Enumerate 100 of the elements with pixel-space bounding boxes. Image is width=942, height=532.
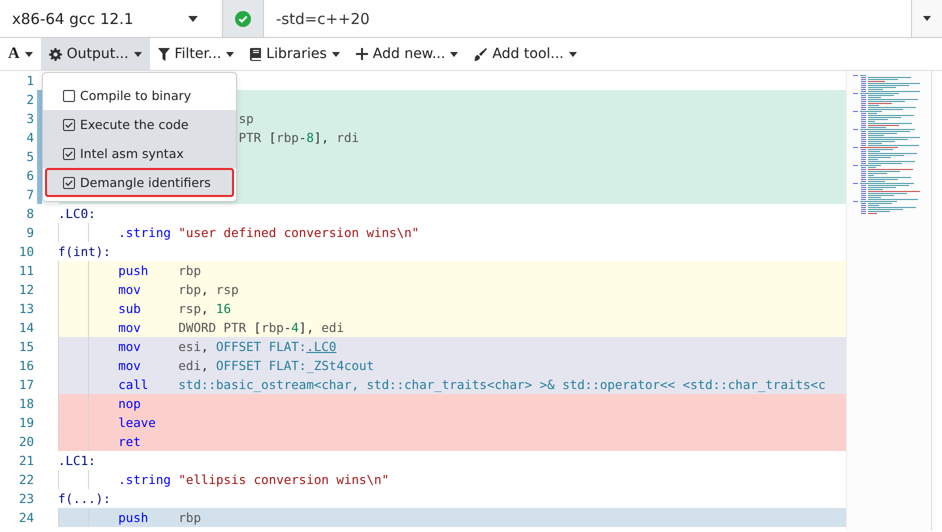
- line-number: 15: [18, 339, 35, 354]
- line-number: 5: [25, 149, 35, 164]
- line-number: 20: [18, 434, 35, 449]
- caret-icon: [568, 52, 577, 56]
- code-operand: rbp: [276, 130, 299, 145]
- code-instruction: call: [118, 377, 150, 392]
- checkbox-icon[interactable]: [63, 90, 75, 102]
- line-number: 1: [25, 73, 35, 88]
- menu-item[interactable]: Execute the code: [43, 110, 236, 139]
- code-instruction: push: [118, 510, 150, 525]
- code-symbol: OFFSET FLAT:: [216, 339, 306, 354]
- code-punctuation: -: [298, 130, 306, 145]
- caret-icon: [226, 52, 234, 56]
- code-instruction: mov: [118, 320, 142, 335]
- code-label: f(...):: [58, 491, 111, 506]
- caret-icon: [450, 52, 458, 56]
- code-operand: rbp: [261, 320, 284, 335]
- code-instruction: nop: [118, 396, 142, 411]
- symbol-link[interactable]: .LC0: [306, 339, 336, 354]
- line-number: 13: [18, 301, 35, 316]
- code-number: 4: [291, 320, 299, 335]
- code-operand: edi: [178, 358, 201, 373]
- brush-icon: [474, 48, 488, 60]
- code-punctuation: [: [268, 130, 276, 145]
- line-number: 24: [18, 510, 35, 525]
- caret-icon: [24, 52, 33, 56]
- code-instruction: sub: [118, 301, 142, 316]
- line-number: 19: [18, 415, 35, 430]
- code-instruction: push: [118, 263, 150, 278]
- toolbar-button[interactable]: Add new...: [348, 38, 466, 70]
- code-operand: rbp: [178, 510, 201, 525]
- code-instruction: .string: [118, 472, 172, 487]
- checked-checkbox-icon[interactable]: [63, 176, 75, 188]
- filter-icon: [158, 48, 170, 60]
- line-number: 8: [25, 206, 35, 221]
- line-number: 10: [18, 244, 35, 259]
- caret-icon: [923, 16, 931, 21]
- code-number: 8: [306, 130, 314, 145]
- code-operand: rbp: [178, 263, 201, 278]
- code-instruction: leave: [118, 415, 157, 430]
- code-operand: rdi: [336, 130, 360, 145]
- code-operand: DWORD PTR: [178, 320, 248, 335]
- caret-icon: [188, 16, 198, 22]
- code-operand: sp: [238, 111, 254, 126]
- line-number: 4: [25, 130, 35, 145]
- line-number: 11: [18, 263, 35, 278]
- menu-item[interactable]: Intel asm syntax: [43, 139, 236, 168]
- code-instruction: ret: [118, 434, 142, 449]
- code-label: .LC1:: [58, 453, 96, 468]
- line-number: 16: [18, 358, 35, 373]
- toolbar-button[interactable]: Output...: [40, 38, 150, 70]
- code-string: "ellipsis conversion wins\n": [178, 472, 390, 487]
- line-number: 22: [18, 472, 35, 487]
- code-operand: esi: [178, 339, 201, 354]
- code-operand: rsp: [216, 282, 239, 297]
- code-punctuation: [: [254, 320, 262, 335]
- line-number: 23: [18, 491, 35, 506]
- code-operand: rbp: [178, 282, 201, 297]
- check-icon: [235, 10, 251, 26]
- line-number: 18: [18, 396, 35, 411]
- code-punctuation: -: [284, 320, 292, 335]
- menu-item[interactable]: Demangle identifiers: [45, 168, 234, 197]
- code-punctuation: ,: [200, 301, 210, 316]
- code-punctuation: ,: [200, 358, 210, 373]
- line-number: 17: [18, 377, 35, 392]
- code-string: "user defined conversion wins\n": [178, 225, 420, 240]
- book-icon: [250, 48, 262, 60]
- line-number: 2: [25, 92, 35, 107]
- code-symbol: std::basic_ostream<char, std::char_traits<char> >& std::operator<< <std::char_traits<c: [178, 377, 826, 392]
- code-symbol: OFFSET FLAT:_ZSt4cout: [216, 358, 374, 373]
- toolbar-button[interactable]: A: [0, 38, 41, 70]
- code-operand: PTR: [238, 130, 262, 145]
- checked-checkbox-icon[interactable]: [63, 148, 75, 160]
- plus-icon: [356, 48, 368, 60]
- code-punctuation: ],: [314, 130, 330, 145]
- status-button[interactable]: [223, 0, 264, 37]
- caret-icon: [332, 52, 340, 56]
- menu-item[interactable]: Compile to binary: [43, 81, 236, 110]
- checked-checkbox-icon[interactable]: [63, 118, 75, 130]
- gear-icon: [48, 48, 62, 60]
- code-label: f(int):: [58, 244, 111, 259]
- line-number: 7: [25, 187, 35, 202]
- caret-icon: [134, 52, 142, 56]
- code-number: 16: [216, 301, 232, 316]
- toolbar-button[interactable]: Add tool...: [466, 38, 585, 70]
- code-instruction: .string: [118, 225, 172, 240]
- toolbar-button[interactable]: Filter...: [150, 38, 242, 70]
- line-number: 12: [18, 282, 35, 297]
- options-field[interactable]: -std=c++20: [264, 0, 911, 37]
- toolbar-button[interactable]: Libraries: [242, 38, 348, 70]
- line-number: 9: [25, 225, 35, 240]
- code-punctuation: ],: [298, 320, 315, 335]
- line-number: 3: [25, 111, 35, 126]
- code-operand: rsp: [178, 301, 201, 316]
- code-instruction: mov: [118, 358, 142, 373]
- line-number: 14: [18, 320, 35, 335]
- code-punctuation: ,: [200, 339, 210, 354]
- code-instruction: mov: [118, 282, 142, 297]
- code-operand: edi: [321, 320, 344, 335]
- code-instruction: mov: [118, 339, 142, 354]
